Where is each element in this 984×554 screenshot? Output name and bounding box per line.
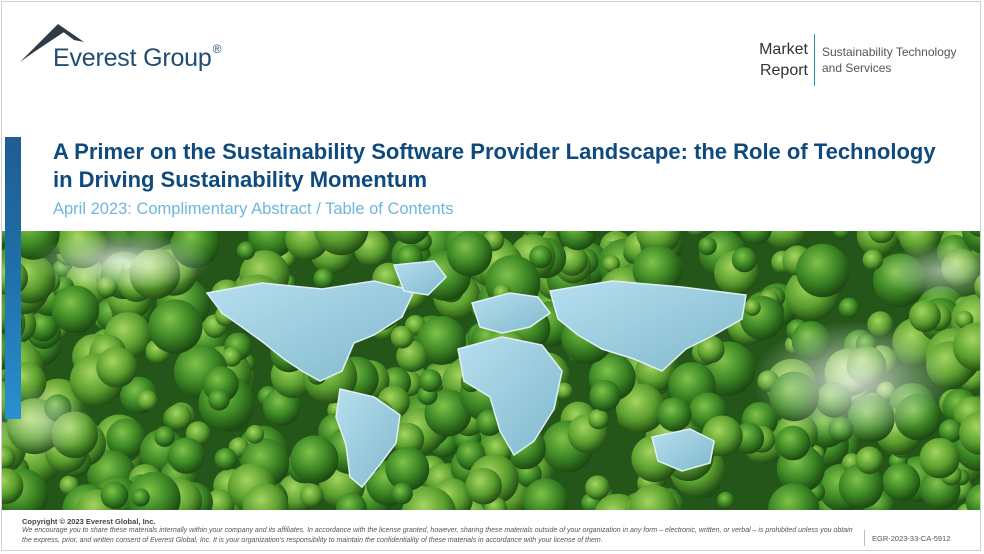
slide: Everest Group® Market Report Sustainabil… — [1, 1, 981, 551]
report-subtitle: April 2023: Complimentary Abstract / Tab… — [53, 200, 454, 218]
report-divider — [814, 34, 815, 86]
everest-group-logo: Everest Group® — [18, 22, 222, 82]
report-title: A Primer on the Sustainability Software … — [53, 139, 936, 192]
report-type: Market Report — [759, 41, 808, 79]
footer-divider — [864, 530, 865, 546]
document-id: EGR-2023-33-CA-5912 — [872, 534, 951, 543]
report-topic: Sustainability Technology and Services — [822, 45, 957, 75]
disclaimer: We encourage you to share these material… — [22, 527, 853, 544]
hero-image — [2, 231, 980, 510]
logo-wordmark: Everest Group® — [53, 42, 222, 72]
forest-world-map-image — [2, 231, 980, 510]
copyright: Copyright © 2023 Everest Global, Inc. — [22, 517, 156, 526]
accent-bar — [5, 137, 21, 419]
